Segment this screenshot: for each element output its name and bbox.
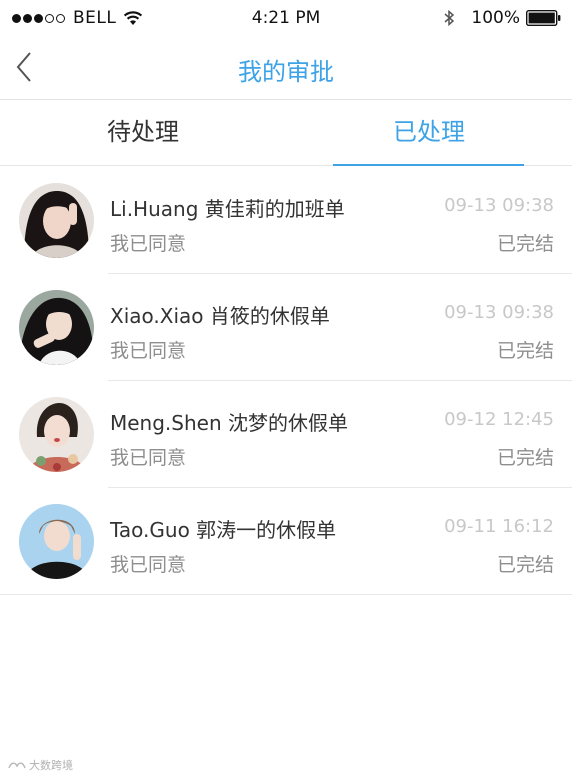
approval-status: 已完结	[496, 554, 554, 576]
tab-bar: 待处理 已处理	[0, 100, 572, 166]
avatar	[19, 397, 94, 472]
approval-action: 我已同意	[110, 447, 187, 469]
status-bar: BELL 4:21 PM 100%	[0, 0, 572, 36]
tab-pending[interactable]: 待处理	[0, 100, 286, 166]
status-right: 100%	[443, 8, 562, 28]
approval-action: 我已同意	[110, 554, 187, 576]
approval-list: Li.Huang 黄佳莉的加班单 09-13 09:38 我已同意 已完结 Xi…	[0, 167, 572, 595]
approval-status: 已完结	[496, 233, 554, 255]
page-title: 我的审批	[238, 58, 334, 86]
watermark: 大数跨境	[8, 757, 73, 773]
approval-item[interactable]: Tao.Guo 郭涛一的休假单 09-11 16:12 我已同意 已完结	[0, 488, 572, 595]
approval-title: Xiao.Xiao 肖筱的休假单	[110, 304, 330, 328]
watermark-text: 大数跨境	[29, 759, 73, 772]
approval-title: Meng.Shen 沈梦的休假单	[110, 411, 348, 435]
approval-title: Tao.Guo 郭涛一的休假单	[110, 518, 337, 542]
approval-action: 我已同意	[110, 340, 187, 362]
approval-time: 09-13 09:38	[444, 302, 554, 323]
approval-action: 我已同意	[110, 233, 187, 255]
approval-time: 09-11 16:12	[444, 516, 554, 537]
navigation-bar: 我的审批	[0, 36, 572, 100]
approval-item[interactable]: Meng.Shen 沈梦的休假单 09-12 12:45 我已同意 已完结	[0, 381, 572, 488]
approval-item[interactable]: Xiao.Xiao 肖筱的休假单 09-13 09:38 我已同意 已完结	[0, 274, 572, 381]
bluetooth-icon	[444, 9, 455, 27]
tab-processed[interactable]: 已处理	[286, 100, 572, 166]
battery-percent: 100%	[471, 8, 520, 28]
approval-time: 09-12 12:45	[444, 409, 554, 430]
approval-status: 已完结	[496, 340, 554, 362]
approval-title: Li.Huang 黄佳莉的加班单	[110, 197, 345, 221]
watermark-logo-icon	[8, 762, 26, 769]
approval-item[interactable]: Li.Huang 黄佳莉的加班单 09-13 09:38 我已同意 已完结	[0, 167, 572, 274]
avatar	[19, 504, 94, 579]
approval-time: 09-13 09:38	[444, 195, 554, 216]
battery-icon	[526, 10, 561, 26]
avatar	[19, 290, 94, 365]
approval-screen: BELL 4:21 PM 100% 我的审批 待处理 已处理 Li.Huang …	[0, 0, 572, 777]
avatar	[19, 183, 94, 258]
divider	[0, 594, 572, 595]
approval-status: 已完结	[496, 447, 554, 469]
active-tab-indicator	[333, 164, 524, 166]
